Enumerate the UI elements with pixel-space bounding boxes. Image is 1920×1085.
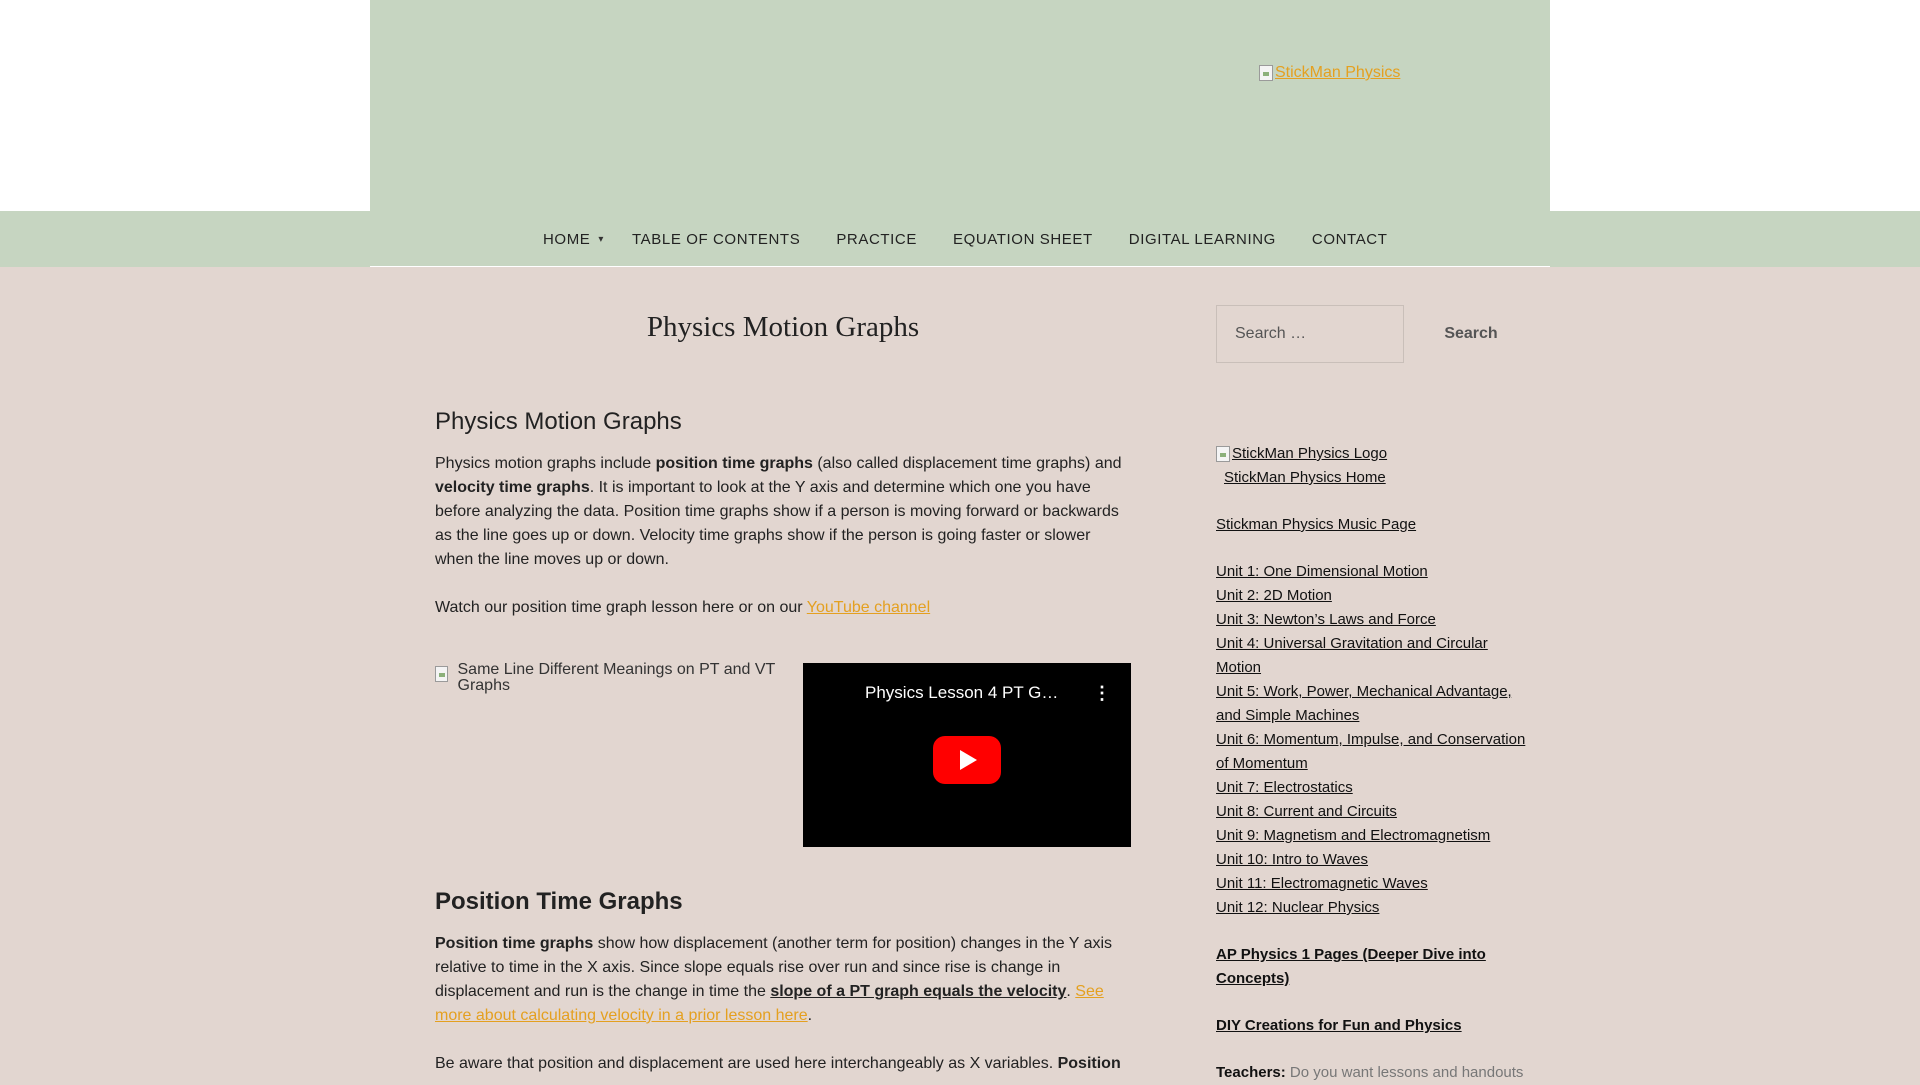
unit-link[interactable]: Unit 2: 2D Motion bbox=[1216, 587, 1332, 604]
list-item: Unit 6: Momentum, Impulse, and Conservat… bbox=[1216, 728, 1528, 776]
intro-bold-term: velocity time graphs bbox=[435, 479, 590, 496]
nav-item-label: Home bbox=[543, 230, 591, 248]
unit-link[interactable]: Unit 7: Electrostatics bbox=[1216, 779, 1353, 796]
sidebar-units-list: Unit 1: One Dimensional Motion Unit 2: 2… bbox=[1216, 560, 1528, 920]
youtube-channel-link[interactable]: YouTube channel bbox=[807, 599, 930, 616]
list-item: Unit 9: Magnetism and Electromagnetism bbox=[1216, 824, 1528, 848]
list-item: Unit 10: Intro to Waves bbox=[1216, 848, 1528, 872]
paragraph-text: Be aware that position and displacement … bbox=[435, 1055, 1058, 1072]
nav-item-contact[interactable]: Contact bbox=[1312, 231, 1388, 248]
sidebar-logo[interactable]: StickMan Physics Logo bbox=[1216, 442, 1387, 466]
teachers-note: Teachers: Do you want lessons and handou… bbox=[1216, 1061, 1528, 1085]
nav-item-home[interactable]: Home ▾ bbox=[543, 230, 603, 248]
search-placeholder: Search … bbox=[1235, 325, 1307, 342]
main-navigation: Home ▾ Table of Contents Practice Equati… bbox=[543, 211, 1424, 267]
intro-text: (also called displacement time graphs) a… bbox=[812, 455, 1122, 472]
unit-link[interactable]: Unit 6: Momentum, Impulse, and Conservat… bbox=[1216, 731, 1525, 772]
site-logo-alt-text: StickMan Physics bbox=[1275, 64, 1401, 81]
sidebar-links: StickMan Physics Logo StickMan Physics H… bbox=[1216, 442, 1528, 1085]
paragraph-text: . bbox=[1066, 983, 1076, 1000]
unit-link[interactable]: Unit 10: Intro to Waves bbox=[1216, 851, 1368, 868]
list-item: Unit 12: Nuclear Physics bbox=[1216, 896, 1528, 920]
unit-link[interactable]: Unit 5: Work, Power, Mechanical Advantag… bbox=[1216, 683, 1512, 724]
intro-bold-term: position time graphs bbox=[655, 455, 813, 472]
page-title: Physics Motion Graphs bbox=[646, 311, 920, 343]
main-navigation-bar: Home ▾ Table of Contents Practice Equati… bbox=[0, 211, 1920, 267]
teachers-label: Teachers: bbox=[1216, 1064, 1286, 1081]
sidebar-home-block: StickMan Physics Logo StickMan Physics H… bbox=[1216, 442, 1528, 490]
more-options-icon[interactable]: ⋮ bbox=[1093, 683, 1111, 704]
nav-item-label: Digital Learning bbox=[1128, 230, 1276, 248]
unit-link[interactable]: Unit 11: Electromagnetic Waves bbox=[1216, 875, 1428, 892]
broken-image-icon bbox=[1216, 446, 1230, 462]
nav-item-table-of-contents[interactable]: Table of Contents bbox=[632, 231, 800, 248]
unit-link[interactable]: Unit 4: Universal Gravitation and Circul… bbox=[1216, 635, 1488, 676]
site-logo-link[interactable]: StickMan Physics bbox=[1259, 64, 1400, 82]
unit-link[interactable]: Unit 8: Current and Circuits bbox=[1216, 803, 1397, 820]
teachers-text: Do you want lessons and handouts bbox=[1285, 1064, 1524, 1081]
position-time-graphs-heading: Position Time Graphs bbox=[435, 888, 683, 915]
unit-link[interactable]: Unit 1: One Dimensional Motion bbox=[1216, 563, 1428, 580]
watch-paragraph: Watch our position time graph lesson her… bbox=[435, 596, 1131, 620]
intro-text: Physics motion graphs include bbox=[435, 455, 656, 472]
site-header: StickMan Physics bbox=[370, 0, 1550, 211]
motion-graph-image: Same Line Different Meanings on PT and V… bbox=[435, 662, 785, 694]
sidebar-ap-block: AP Physics 1 Pages (Deeper Dive into Con… bbox=[1216, 943, 1528, 991]
list-item: Unit 2: 2D Motion bbox=[1216, 584, 1528, 608]
unit-link[interactable]: Unit 9: Magnetism and Electromagnetism bbox=[1216, 827, 1490, 844]
nav-item-digital-learning[interactable]: Digital Learning bbox=[1129, 231, 1276, 248]
list-item: Unit 3: Newton’s Laws and Force bbox=[1216, 608, 1528, 632]
image-alt-text: Same Line Different Meanings on PT and V… bbox=[457, 661, 776, 694]
nav-item-equation-sheet[interactable]: Equation Sheet bbox=[953, 231, 1093, 248]
list-item: Unit 1: One Dimensional Motion bbox=[1216, 560, 1528, 584]
sidebar-music-block: Stickman Physics Music Page bbox=[1216, 513, 1528, 537]
sidebar-diy-block: DIY Creations for Fun and Physics bbox=[1216, 1014, 1528, 1038]
intro-paragraph: Physics motion graphs include position t… bbox=[435, 452, 1131, 572]
list-item: Unit 11: Electromagnetic Waves bbox=[1216, 872, 1528, 896]
list-item: Unit 8: Current and Circuits bbox=[1216, 800, 1528, 824]
paragraph-text: . bbox=[807, 1007, 813, 1024]
list-item: Unit 4: Universal Gravitation and Circul… bbox=[1216, 632, 1528, 680]
watch-text: Watch our position time graph lesson her… bbox=[435, 599, 807, 616]
search-button[interactable]: Search bbox=[1416, 305, 1526, 363]
bold-term: Position bbox=[1057, 1055, 1121, 1072]
chevron-down-icon[interactable]: ▾ bbox=[598, 234, 604, 245]
nav-item-practice[interactable]: Practice bbox=[836, 231, 917, 248]
sidebar-home-link[interactable]: StickMan Physics Home bbox=[1224, 466, 1386, 490]
play-button[interactable] bbox=[933, 736, 1001, 784]
section-heading: Physics Motion Graphs bbox=[435, 408, 682, 435]
broken-image-icon bbox=[435, 666, 448, 682]
diy-creations-link[interactable]: DIY Creations for Fun and Physics bbox=[1216, 1017, 1462, 1034]
search-input[interactable]: Search … bbox=[1216, 305, 1404, 363]
list-item: Unit 7: Electrostatics bbox=[1216, 776, 1528, 800]
bold-term: slope of a PT graph equals the velocity bbox=[770, 983, 1067, 1000]
bold-term: Position time graphs bbox=[435, 935, 594, 952]
nav-item-label: Equation Sheet bbox=[952, 230, 1093, 248]
aware-paragraph: Be aware that position and displacement … bbox=[435, 1052, 1131, 1076]
sidebar-music-link[interactable]: Stickman Physics Music Page bbox=[1216, 516, 1416, 533]
unit-link[interactable]: Unit 12: Nuclear Physics bbox=[1216, 899, 1379, 916]
nav-item-label: Practice bbox=[836, 230, 917, 248]
nav-item-label: Table of Contents bbox=[632, 230, 801, 248]
unit-link[interactable]: Unit 3: Newton’s Laws and Force bbox=[1216, 611, 1436, 628]
video-title[interactable]: Physics Lesson 4 PT G… bbox=[865, 683, 1058, 703]
list-item: Unit 5: Work, Power, Mechanical Advantag… bbox=[1216, 680, 1528, 728]
nav-item-label: Contact bbox=[1311, 230, 1388, 248]
position-time-paragraph: Position time graphs show how displaceme… bbox=[435, 932, 1131, 1028]
broken-image-icon bbox=[1259, 65, 1273, 81]
sidebar-logo-alt-text[interactable]: StickMan Physics Logo bbox=[1232, 442, 1387, 466]
ap-physics-link[interactable]: AP Physics 1 Pages (Deeper Dive into Con… bbox=[1216, 946, 1486, 987]
youtube-video-player[interactable]: Physics Lesson 4 PT G… ⋮ bbox=[803, 663, 1131, 847]
nav-divider bbox=[370, 266, 1550, 267]
